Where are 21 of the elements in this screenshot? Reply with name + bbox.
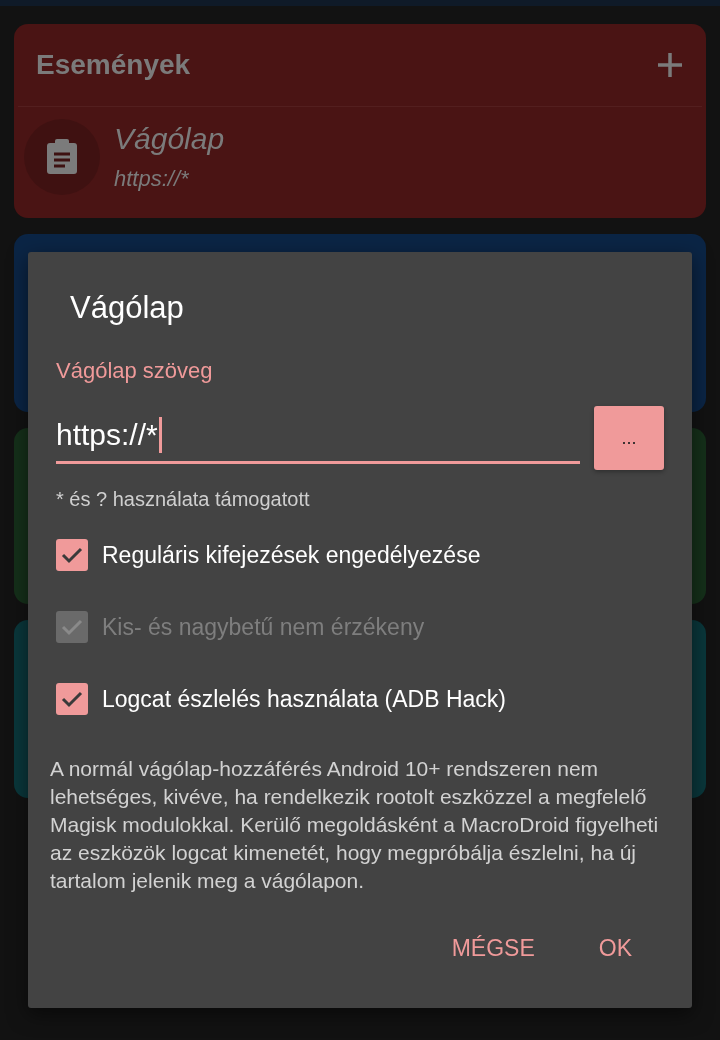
- trigger-title: Vágólap: [114, 122, 225, 156]
- check-icon: [61, 546, 83, 564]
- section-title: Események: [36, 49, 191, 81]
- field-label: Vágólap szöveg: [56, 358, 214, 384]
- trigger-detail: https://*: [114, 166, 190, 192]
- add-icon[interactable]: [656, 51, 684, 79]
- helper-text: * és ? használata támogatott: [56, 488, 311, 511]
- dialog-title: Vágólap: [70, 290, 185, 326]
- check-icon: [61, 618, 83, 636]
- description-text: A normál vágólap-hozzáférés Android 10+ rendszeren nem lehetséges, kivéve, ha rendelkezik rootolt eszközzel a megfelelő Magisk modulokkal. Kerülő megoldásként a MacroDroid figyelheti az eszközök logcat kimenetét, hogy megpróbálja észlelni, ha új tartalom jelenik meg a vágólapon.: [50, 756, 660, 894]
- browse-button[interactable]: ...: [594, 406, 664, 470]
- check-icon: [61, 690, 83, 708]
- input-field[interactable]: https://*: [56, 408, 580, 464]
- checkbox[interactable]: [56, 683, 88, 715]
- checkbox-label: Reguláris kifejezések engedélyezése: [102, 541, 481, 569]
- checkbox-label: Logcat észlelés használata (ADB Hack): [102, 685, 506, 713]
- checkbox[interactable]: [56, 539, 88, 571]
- clipboard-icon: [46, 139, 78, 175]
- checkbox-label: Kis- és nagybetű nem érzékeny: [102, 613, 425, 641]
- ok-button[interactable]: OK: [590, 931, 640, 966]
- cancel-button[interactable]: MÉGSE: [443, 931, 543, 966]
